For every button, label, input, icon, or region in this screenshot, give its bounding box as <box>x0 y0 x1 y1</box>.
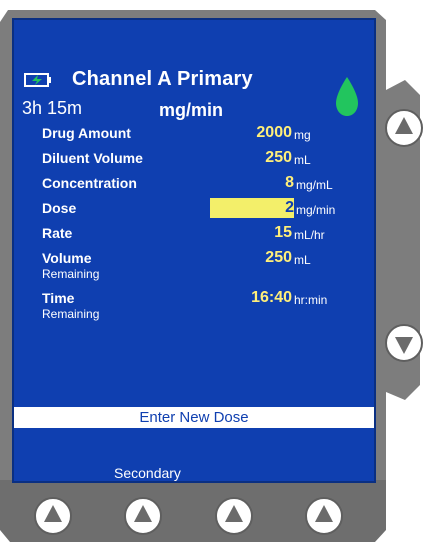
time-label: Time <box>42 290 75 306</box>
volume-label: Volume <box>42 250 92 266</box>
up-arrow-icon <box>215 497 253 535</box>
rate-unit: mL/hr <box>294 228 325 242</box>
concentration-label: Concentration <box>42 175 137 191</box>
drug-amount-label: Drug Amount <box>42 125 131 141</box>
softkey-3-button[interactable] <box>214 496 254 536</box>
drug-amount-value: 2000 <box>256 124 292 141</box>
up-arrow-icon <box>34 497 72 535</box>
softkey-2-button[interactable] <box>123 496 163 536</box>
time-unit: hr:min <box>294 293 328 307</box>
drug-amount-unit: mg <box>294 128 311 142</box>
diluent-volume-label: Diluent Volume <box>42 150 143 166</box>
prompt-bar: Enter New Dose <box>14 407 374 428</box>
scroll-down-button[interactable] <box>384 323 424 363</box>
time-value: 16:40 <box>251 289 292 306</box>
softkey-4-button[interactable] <box>304 496 344 536</box>
down-arrow-icon <box>385 324 423 362</box>
concentration-value: 8 <box>285 174 294 191</box>
dose-label: Dose <box>42 200 77 216</box>
battery-charging-icon <box>24 73 51 87</box>
volume-sub-label: Remaining <box>42 267 100 281</box>
drop-icon <box>336 77 358 116</box>
up-arrow-icon <box>305 497 343 535</box>
rate-label: Rate <box>42 225 73 241</box>
channel-title: Channel A Primary <box>72 68 253 90</box>
softkey-1-button[interactable] <box>33 496 73 536</box>
dose-value[interactable]: 2 <box>214 199 294 217</box>
dose-unit: mg/min <box>296 203 336 217</box>
up-arrow-icon <box>385 109 423 147</box>
softkey-secondary-label: Secondary <box>114 465 181 481</box>
volume-value: 250 <box>265 249 292 266</box>
time-sub-label: Remaining <box>42 307 100 321</box>
diluent-volume-value: 250 <box>265 149 292 166</box>
rate-value: 15 <box>274 224 292 241</box>
concentration-unit: mg/mL <box>296 178 333 192</box>
dose-units-title: mg/min <box>159 100 224 120</box>
up-arrow-icon <box>124 497 162 535</box>
diluent-volume-unit: mL <box>294 153 311 167</box>
pump-screen: Channel A Primary 3h 15m mg/min Drug Amo… <box>12 18 376 483</box>
volume-unit: mL <box>294 253 311 267</box>
time-left: 3h 15m <box>22 98 83 118</box>
scroll-up-button[interactable] <box>384 108 424 148</box>
